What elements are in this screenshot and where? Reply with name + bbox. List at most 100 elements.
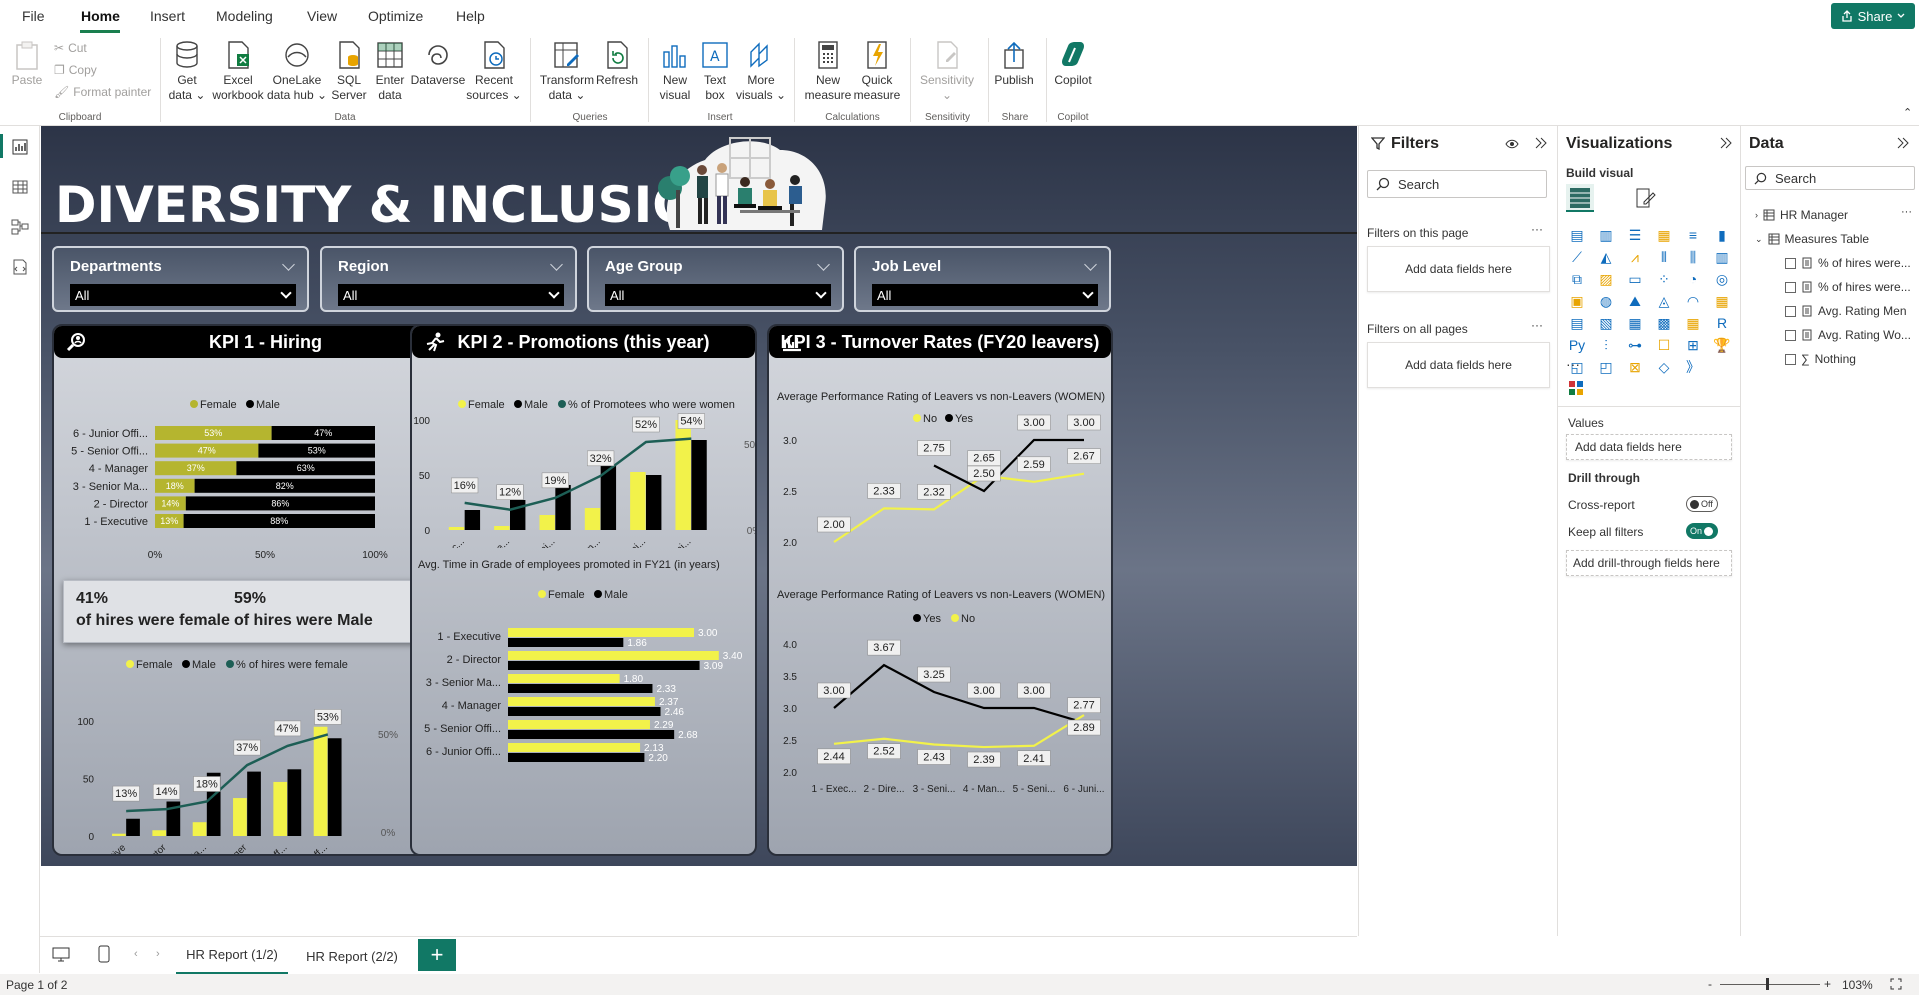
slicer-dropdown[interactable]: All: [605, 284, 831, 306]
visual-type-icon[interactable]: ▦: [1655, 226, 1673, 244]
field-item[interactable]: % of hires were...: [1785, 280, 1911, 294]
more-visuals-button[interactable]: More visuals ⌄: [734, 40, 788, 110]
visual-type-icon[interactable]: Py: [1568, 336, 1586, 354]
more-options-icon[interactable]: ···: [1531, 222, 1543, 236]
collapse-pane-icon[interactable]: [1720, 136, 1732, 150]
onelake-button[interactable]: OneLake data hub ⌄: [266, 40, 328, 110]
visual-type-icon[interactable]: ▦: [1713, 292, 1731, 310]
visual-type-icon[interactable]: ≡: [1684, 226, 1702, 244]
page-tab-2[interactable]: HR Report (2/2): [296, 937, 408, 975]
refresh-button[interactable]: Refresh: [592, 40, 642, 110]
model-view-icon[interactable]: [11, 218, 29, 236]
visual-type-icon[interactable]: ⊶: [1626, 336, 1644, 354]
visual-type-icon[interactable]: R: [1713, 314, 1731, 332]
visual-type-icon[interactable]: ▨: [1597, 270, 1615, 288]
visual-type-icon[interactable]: ◔: [1684, 270, 1702, 288]
slicer-region[interactable]: Region All: [320, 246, 577, 312]
format-painter-button[interactable]: 🖌 Format painter: [54, 85, 151, 99]
visual-type-icon[interactable]: ⦀: [1655, 248, 1673, 266]
excel-workbook-button[interactable]: Excel workbook: [210, 40, 266, 110]
visual-type-icon[interactable]: ▩: [1655, 314, 1673, 332]
performance-rating-line-chart-2[interactable]: Average Performance Rating of Leavers vs…: [769, 548, 1111, 854]
add-page-button[interactable]: +: [418, 939, 456, 971]
chevron-down-icon[interactable]: [282, 258, 295, 271]
visual-type-icon[interactable]: ⛰: [1626, 292, 1644, 310]
filters-search-input[interactable]: Search: [1367, 170, 1547, 198]
visual-type-icon[interactable]: ◬: [1655, 292, 1673, 310]
visual-type-icon[interactable]: ⩘: [1626, 248, 1644, 266]
desktop-layout-icon[interactable]: [52, 947, 70, 963]
checkbox[interactable]: [1785, 257, 1796, 269]
slicer-dropdown[interactable]: All: [872, 284, 1098, 306]
promotions-combo-chart[interactable]: Female Male % of Promotees who were women 1…: [412, 358, 755, 548]
report-view-icon[interactable]: [11, 138, 29, 156]
custom-visual-icon[interactable]: [1568, 380, 1584, 396]
visual-type-icon[interactable]: ◇: [1655, 358, 1673, 376]
table-measures[interactable]: ⌄ Measures Table: [1755, 232, 1869, 246]
performance-rating-line-chart-1[interactable]: Average Performance Rating of Leavers vs…: [769, 358, 1111, 548]
menu-view[interactable]: View: [307, 8, 337, 24]
visual-type-icon[interactable]: ▦: [1684, 314, 1702, 332]
visual-type-icon[interactable]: ▥: [1597, 226, 1615, 244]
collapse-pane-icon[interactable]: [1897, 136, 1909, 150]
enter-data-button[interactable]: Enter data: [366, 40, 414, 110]
field-item[interactable]: Avg. Rating Wo...: [1785, 328, 1911, 342]
chevron-down-icon[interactable]: [550, 258, 563, 271]
zoom-out-icon[interactable]: -: [1708, 977, 1712, 991]
visual-type-icon[interactable]: ◎: [1713, 270, 1731, 288]
more-options-icon[interactable]: ···: [1901, 206, 1912, 218]
zoom-slider[interactable]: [1720, 984, 1820, 985]
checkbox[interactable]: [1785, 353, 1796, 365]
slicer-departments[interactable]: Departments All: [52, 246, 309, 312]
publish-button[interactable]: Publish: [988, 40, 1040, 110]
visual-type-icon[interactable]: ▧: [1597, 314, 1615, 332]
visual-type-icon[interactable]: ⊠: [1626, 358, 1644, 376]
more-visuals-icon[interactable]: ···: [1566, 356, 1580, 372]
visual-type-icon[interactable]: ◰: [1597, 358, 1615, 376]
copy-button[interactable]: ❐ Copy: [54, 63, 97, 77]
field-item[interactable]: ∑ Nothing: [1785, 352, 1856, 366]
values-well[interactable]: Add data fields here: [1566, 434, 1732, 460]
menu-home[interactable]: Home: [81, 8, 120, 24]
filters-page-well[interactable]: Add data fields here: [1367, 246, 1550, 292]
menu-insert[interactable]: Insert: [150, 8, 185, 24]
visual-type-icon[interactable]: ⟋: [1568, 248, 1586, 266]
slicer-job-level[interactable]: Job Level All: [854, 246, 1111, 312]
visual-type-icon[interactable]: ▤: [1568, 226, 1586, 244]
keep-all-filters-toggle[interactable]: On: [1686, 523, 1718, 539]
slicer-dropdown[interactable]: All: [338, 284, 564, 306]
checkbox[interactable]: [1785, 281, 1796, 293]
transform-data-button[interactable]: Transform data ⌄: [537, 40, 597, 110]
collapse-ribbon-icon[interactable]: ⌃: [1903, 106, 1912, 119]
checkbox[interactable]: [1785, 305, 1796, 317]
cross-report-toggle[interactable]: Off: [1686, 496, 1718, 512]
slicer-age-group[interactable]: Age Group All: [587, 246, 844, 312]
visual-type-icon[interactable]: ◠: [1684, 292, 1702, 310]
visual-type-icon[interactable]: ◍: [1597, 292, 1615, 310]
checkbox[interactable]: [1785, 329, 1796, 341]
format-visual-icon[interactable]: [1634, 186, 1658, 210]
cut-button[interactable]: ✂ Cut: [54, 41, 87, 55]
table-hr-manager[interactable]: › HR Manager: [1755, 208, 1848, 222]
visual-type-icon[interactable]: ⫼: [1684, 248, 1702, 266]
visual-type-icon[interactable]: ⁘: [1655, 270, 1673, 288]
eye-icon[interactable]: [1505, 138, 1519, 150]
table-view-icon[interactable]: [11, 178, 29, 196]
visual-type-icon[interactable]: ▦: [1626, 314, 1644, 332]
filters-all-pages-well[interactable]: Add data fields here: [1367, 342, 1550, 388]
zoom-slider-thumb[interactable]: [1766, 978, 1769, 990]
dax-query-view-icon[interactable]: [11, 258, 29, 276]
visual-type-icon[interactable]: 》: [1684, 358, 1702, 376]
visual-type-icon[interactable]: ▭: [1626, 270, 1644, 288]
paste-button[interactable]: Paste: [4, 40, 50, 110]
zoom-in-icon[interactable]: +: [1824, 977, 1831, 991]
field-item[interactable]: % of hires were...: [1785, 256, 1911, 270]
visual-type-icon[interactable]: ☐: [1655, 336, 1673, 354]
visual-type-icon[interactable]: ▮: [1713, 226, 1731, 244]
visual-type-icon[interactable]: ▥: [1713, 248, 1731, 266]
field-item[interactable]: Avg. Rating Men: [1785, 304, 1907, 318]
sensitivity-button[interactable]: Sensitivity ⌄: [912, 40, 982, 110]
text-box-button[interactable]: A Text box: [692, 40, 738, 110]
visual-type-icon[interactable]: ☰: [1626, 226, 1644, 244]
menu-optimize[interactable]: Optimize: [368, 8, 423, 24]
